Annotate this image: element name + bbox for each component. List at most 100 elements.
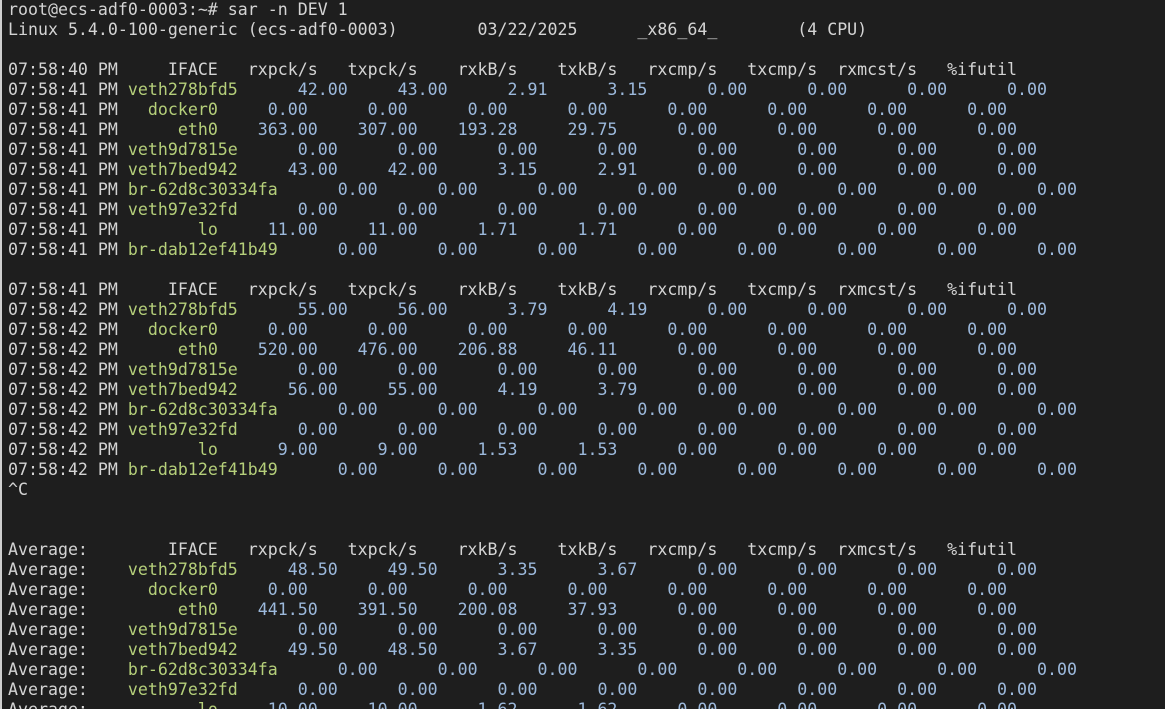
terminal-text: 07:58:41 PM	[8, 220, 198, 239]
terminal-line: Average: veth278bfd5 48.50 49.50 3.35 3.…	[8, 560, 1077, 580]
interface-name: veth9d7815e	[127, 360, 238, 379]
interface-name: veth7bed942	[127, 380, 238, 399]
terminal-line: Average: veth97e32fd 0.00 0.00 0.00 0.00…	[8, 680, 1077, 700]
terminal-line: 07:58:42 PM lo 9.00 9.00 1.53 1.53 0.00 …	[8, 440, 1077, 460]
terminal-line: 07:58:41 PM IFACE rxpck/s txpck/s rxkB/s…	[8, 280, 1077, 300]
metric-values: 49.50 48.50 3.67 3.35 0.00 0.00 0.00 0.0…	[237, 640, 1038, 659]
interface-name: eth0	[177, 340, 218, 359]
metric-values: 55.00 56.00 3.79 4.19 0.00 0.00 0.00 0.0…	[237, 300, 1048, 319]
terminal-line: 07:58:42 PM br-dab12ef41b49 0.00 0.00 0.…	[8, 460, 1077, 480]
interface-name: veth9d7815e	[127, 620, 238, 639]
interface-name: eth0	[177, 600, 218, 619]
metric-values: 0.00 0.00 0.00 0.00 0.00 0.00 0.00 0.00	[277, 460, 1077, 479]
terminal-text: 07:58:42 PM	[8, 340, 178, 359]
terminal-text: 07:58:42 PM	[8, 360, 128, 379]
metric-values: 0.00 0.00 0.00 0.00 0.00 0.00 0.00 0.00	[277, 240, 1077, 259]
interface-name: lo	[197, 440, 218, 459]
terminal-line: 07:58:42 PM veth278bfd5 55.00 56.00 3.79…	[8, 300, 1077, 320]
metric-values: 441.50 391.50 200.08 37.93 0.00 0.00 0.0…	[217, 600, 1018, 619]
terminal-line: 07:58:42 PM br-62d8c30334fa 0.00 0.00 0.…	[8, 400, 1077, 420]
terminal-output: root@ecs-adf0-0003:~# sar -n DEV 1 Linux …	[8, 0, 1077, 709]
terminal-text: 07:58:41 PM	[8, 200, 128, 219]
metric-values: 0.00 0.00 0.00 0.00 0.00 0.00 0.00 0.00	[237, 200, 1038, 219]
terminal-text: 07:58:42 PM	[8, 440, 198, 459]
metric-values: 48.50 49.50 3.35 3.67 0.00 0.00 0.00 0.0…	[237, 560, 1038, 579]
metric-values: 0.00 0.00 0.00 0.00 0.00 0.00 0.00 0.00	[277, 660, 1077, 679]
terminal-text: 07:58:42 PM	[8, 400, 128, 419]
interface-name: br-dab12ef41b49	[127, 240, 278, 259]
terminal-text: root@ecs-adf0-0003:~# sar -n DEV 1	[8, 0, 348, 19]
metric-values: 0.00 0.00 0.00 0.00 0.00 0.00 0.00 0.00	[217, 100, 1008, 119]
terminal-text: Average:	[8, 600, 178, 619]
terminal-text: 07:58:41 PM	[8, 180, 128, 199]
terminal-line: 07:58:42 PM veth7bed942 56.00 55.00 4.19…	[8, 380, 1077, 400]
terminal-line: 07:58:41 PM lo 11.00 11.00 1.71 1.71 0.0…	[8, 220, 1077, 240]
metric-values: 0.00 0.00 0.00 0.00 0.00 0.00 0.00 0.00	[237, 620, 1038, 639]
metric-values: 520.00 476.00 206.88 46.11 0.00 0.00 0.0…	[217, 340, 1018, 359]
terminal-text: 07:58:41 PM	[8, 160, 128, 179]
terminal-text: Average:	[8, 620, 128, 639]
interface-name: veth97e32fd	[127, 200, 238, 219]
terminal-line: Average: eth0 441.50 391.50 200.08 37.93…	[8, 600, 1077, 620]
terminal-text: ^C	[8, 480, 28, 499]
terminal-line: 07:58:41 PM br-62d8c30334fa 0.00 0.00 0.…	[8, 180, 1077, 200]
interface-name: docker0	[147, 320, 218, 339]
metric-values: 10.00 10.00 1.62 1.62 0.00 0.00 0.00 0.0…	[218, 700, 1017, 709]
terminal-line: root@ecs-adf0-0003:~# sar -n DEV 1	[8, 0, 1077, 20]
terminal-text: 07:58:42 PM	[8, 320, 148, 339]
terminal-line: Average: veth7bed942 49.50 48.50 3.67 3.…	[8, 640, 1077, 660]
terminal-text: 07:58:42 PM	[8, 380, 128, 399]
terminal-line: Average: lo 10.00 10.00 1.62 1.62 0.00 0…	[8, 700, 1077, 709]
terminal-text: 07:58:41 PM	[8, 120, 178, 139]
terminal-line: 07:58:41 PM veth278bfd5 42.00 43.00 2.91…	[8, 80, 1077, 100]
metric-values: 0.00 0.00 0.00 0.00 0.00 0.00 0.00 0.00	[237, 140, 1038, 159]
interface-name: veth97e32fd	[127, 680, 238, 699]
terminal-line: 07:58:40 PM IFACE rxpck/s txpck/s rxkB/s…	[8, 60, 1077, 80]
terminal-text: 07:58:41 PM	[8, 240, 128, 259]
terminal-line: 07:58:41 PM veth97e32fd 0.00 0.00 0.00 0…	[8, 200, 1077, 220]
interface-name: br-62d8c30334fa	[127, 180, 278, 199]
terminal-text: 07:58:41 PM IFACE rxpck/s txpck/s rxkB/s…	[8, 280, 1018, 299]
terminal-text: 07:58:42 PM	[8, 460, 128, 479]
terminal-window[interactable]: root@ecs-adf0-0003:~# sar -n DEV 1 Linux …	[0, 0, 1165, 709]
metric-values: 43.00 42.00 3.15 2.91 0.00 0.00 0.00 0.0…	[237, 160, 1038, 179]
interface-name: veth9d7815e	[127, 140, 238, 159]
terminal-line: 07:58:42 PM docker0 0.00 0.00 0.00 0.00 …	[8, 320, 1077, 340]
terminal-text: 07:58:42 PM	[8, 300, 128, 319]
metric-values: 0.00 0.00 0.00 0.00 0.00 0.00 0.00 0.00	[217, 320, 1008, 339]
metric-values: 9.00 9.00 1.53 1.53 0.00 0.00 0.00 0.00	[217, 440, 1018, 459]
terminal-line: 07:58:42 PM veth97e32fd 0.00 0.00 0.00 0…	[8, 420, 1077, 440]
metric-values: 0.00 0.00 0.00 0.00 0.00 0.00 0.00 0.00	[217, 580, 1008, 599]
terminal-line: Average: br-62d8c30334fa 0.00 0.00 0.00 …	[8, 660, 1077, 680]
metric-values: 0.00 0.00 0.00 0.00 0.00 0.00 0.00 0.00	[237, 420, 1038, 439]
metric-values: 0.00 0.00 0.00 0.00 0.00 0.00 0.00 0.00	[277, 180, 1077, 199]
terminal-text: Average:	[8, 560, 128, 579]
interface-name: veth97e32fd	[127, 420, 238, 439]
terminal-text: 07:58:40 PM IFACE rxpck/s txpck/s rxkB/s…	[8, 60, 1018, 79]
terminal-text: 07:58:42 PM	[8, 420, 128, 439]
terminal-text: Average: IFACE rxpck/s txpck/s rxkB/s tx…	[8, 540, 1018, 559]
terminal-text: Average:	[8, 680, 128, 699]
terminal-line: 07:58:41 PM veth7bed942 43.00 42.00 3.15…	[8, 160, 1077, 180]
interface-name: docker0	[147, 100, 218, 119]
metric-values: 11.00 11.00 1.71 1.71 0.00 0.00 0.00 0.0…	[217, 220, 1018, 239]
metric-values: 0.00 0.00 0.00 0.00 0.00 0.00 0.00 0.00	[277, 400, 1077, 419]
interface-name: veth7bed942	[127, 160, 238, 179]
terminal-text: Average:	[8, 580, 148, 599]
terminal-line: 07:58:41 PM br-dab12ef41b49 0.00 0.00 0.…	[8, 240, 1077, 260]
terminal-text: Average:	[8, 660, 128, 679]
interface-name: eth0	[177, 120, 218, 139]
terminal-text: Average:	[8, 640, 128, 659]
terminal-line: ^C	[8, 480, 1077, 500]
interface-name: br-dab12ef41b49	[127, 460, 278, 479]
interface-name: lo	[198, 700, 218, 709]
metric-values: 363.00 307.00 193.28 29.75 0.00 0.00 0.0…	[217, 120, 1018, 139]
terminal-line: 07:58:41 PM eth0 363.00 307.00 193.28 29…	[8, 120, 1077, 140]
terminal-line: Average: docker0 0.00 0.00 0.00 0.00 0.0…	[8, 580, 1077, 600]
interface-name: br-62d8c30334fa	[127, 660, 278, 679]
metric-values: 42.00 43.00 2.91 3.15 0.00 0.00 0.00 0.0…	[237, 80, 1048, 99]
interface-name: veth278bfd5	[127, 560, 238, 579]
terminal-text: 07:58:41 PM	[8, 100, 148, 119]
